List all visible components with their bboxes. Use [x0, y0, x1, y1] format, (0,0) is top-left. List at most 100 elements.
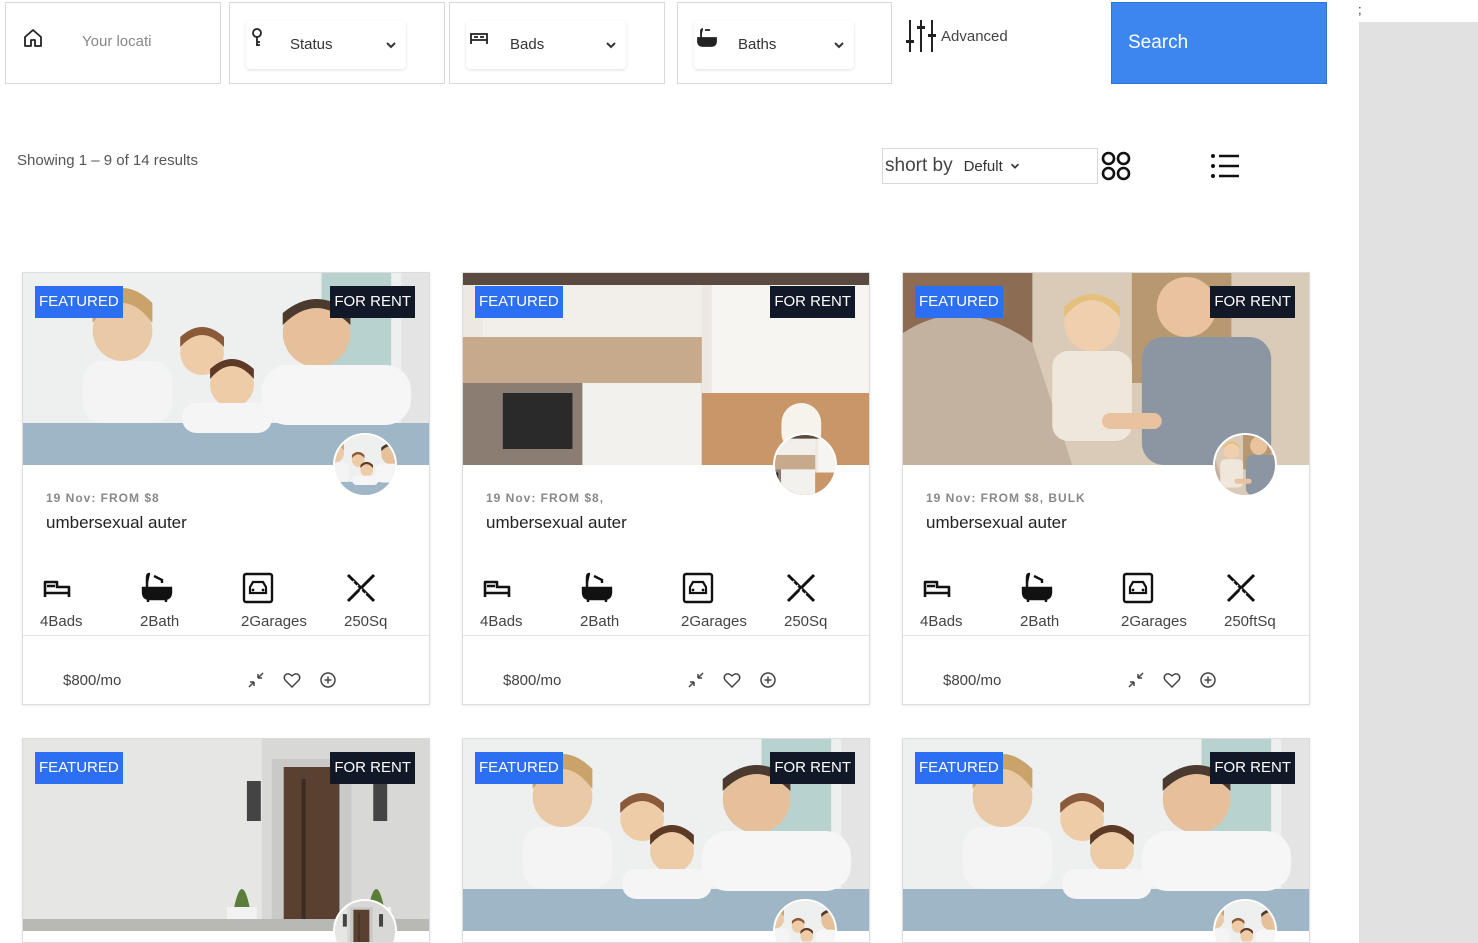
plus-circle-icon[interactable] [759, 671, 777, 689]
agent-avatar[interactable] [1213, 433, 1277, 497]
beds-feature: 4Bads [40, 571, 130, 630]
status-badge: FOR RENT [770, 286, 855, 318]
area-feature: 250Sq [784, 571, 869, 630]
property-title[interactable]: umbersexual auter [46, 513, 187, 533]
heart-icon[interactable] [723, 671, 741, 689]
property-card[interactable]: FEATURED FOR RENT [22, 738, 430, 943]
search-button[interactable]: Search [1111, 2, 1327, 84]
baths-feature: 2Bath [1020, 571, 1110, 630]
status-select[interactable]: Status [246, 21, 406, 69]
featured-badge: FEATURED [475, 286, 563, 318]
chevron-down-icon [832, 38, 846, 52]
price: $800/mo [503, 672, 562, 689]
results-count: Showing 1 – 9 of 14 results [17, 152, 198, 169]
ruler-pencil-icon [784, 571, 818, 605]
bathtub-icon [1020, 571, 1054, 605]
beds-count: 4Bads [480, 613, 523, 630]
featured-badge: FEATURED [35, 752, 123, 784]
property-card[interactable]: FEATURED FOR RENT 19 Nov: FROM $8, BULK … [902, 272, 1310, 705]
bathtub-icon [697, 28, 717, 47]
baths-filter: Baths [677, 2, 892, 84]
status-badge: FOR RENT [1210, 752, 1295, 784]
feature-row: 4Bads 2Bath 2Garages 250ftSq [903, 571, 1309, 635]
agent-avatar[interactable] [333, 433, 397, 497]
location-input[interactable] [82, 33, 152, 50]
property-card[interactable]: FEATURED FOR RENT 19 Nov: FROM $8, umber… [462, 272, 870, 705]
card-divider [23, 635, 429, 636]
bed-icon [480, 571, 514, 605]
chevron-down-icon [384, 38, 398, 52]
beds-feature: 4Bads [920, 571, 1010, 630]
beds-count: 4Bads [920, 613, 963, 630]
grid-view-icon[interactable] [1101, 151, 1131, 181]
home-icon [24, 29, 42, 47]
listing-meta: 19 Nov: FROM $8 [46, 491, 160, 505]
card-divider [463, 635, 869, 636]
baths-count: 2Bath [1020, 613, 1060, 630]
bathtub-icon [140, 571, 174, 605]
featured-badge: FEATURED [915, 286, 1003, 318]
price: $800/mo [943, 672, 1002, 689]
compare-icon[interactable] [247, 671, 265, 689]
sort-label: short by [885, 155, 953, 176]
garages-count: 2Garages [681, 613, 747, 630]
compare-icon[interactable] [687, 671, 705, 689]
feature-row: 4Bads 2Bath 2Garages 250Sq [23, 571, 429, 635]
compare-icon[interactable] [1127, 671, 1145, 689]
plus-circle-icon[interactable] [319, 671, 337, 689]
heart-icon[interactable] [283, 671, 301, 689]
bed-icon [470, 33, 488, 44]
area-feature: 250ftSq [1224, 571, 1309, 630]
featured-badge: FEATURED [35, 286, 123, 318]
garages-count: 2Garages [241, 613, 307, 630]
garage-icon [1121, 571, 1155, 605]
beds-select-label: Bads [510, 36, 545, 53]
ruler-pencil-icon [344, 571, 378, 605]
garage-icon [241, 571, 275, 605]
bathtub-icon [580, 571, 614, 605]
sort-select[interactable]: short by Defult [882, 148, 1098, 184]
advanced-filter-toggle[interactable]: Advanced [905, 18, 1008, 54]
status-badge: FOR RENT [770, 752, 855, 784]
listing-meta: 19 Nov: FROM $8, [486, 491, 605, 505]
beds-count: 4Bads [40, 613, 83, 630]
beds-select[interactable]: Bads [466, 21, 626, 69]
price: $800/mo [63, 672, 122, 689]
location-filter [5, 2, 221, 84]
sliders-icon [906, 20, 936, 52]
key-icon [252, 28, 262, 46]
status-badge: FOR RENT [330, 286, 415, 318]
status-filter: Status [229, 2, 445, 84]
status-badge: FOR RENT [330, 752, 415, 784]
property-card[interactable]: FEATURED FOR RENT 19 Nov: FROM $8 umbers… [22, 272, 430, 705]
property-title[interactable]: umbersexual auter [926, 513, 1067, 533]
baths-select[interactable]: Baths [694, 21, 854, 69]
card-divider [903, 635, 1309, 636]
right-gutter [1359, 22, 1478, 943]
plus-circle-icon[interactable] [1199, 671, 1217, 689]
baths-feature: 2Bath [140, 571, 230, 630]
status-badge: FOR RENT [1210, 286, 1295, 318]
agent-avatar[interactable] [773, 433, 837, 497]
beds-filter: Bads [449, 2, 665, 84]
sort-value: Defult [963, 157, 1003, 175]
advanced-label: Advanced [941, 27, 1008, 45]
property-card[interactable]: FEATURED FOR RENT [462, 738, 870, 943]
garages-feature: 2Garages [241, 571, 331, 630]
garage-icon [681, 571, 715, 605]
heart-icon[interactable] [1163, 671, 1181, 689]
status-select-label: Status [290, 36, 333, 53]
bed-icon [40, 571, 74, 605]
feature-row: 4Bads 2Bath 2Garages 250Sq [463, 571, 869, 635]
property-title[interactable]: umbersexual auter [486, 513, 627, 533]
list-view-icon[interactable] [1210, 152, 1240, 180]
area-feature: 250Sq [344, 571, 429, 630]
featured-badge: FEATURED [915, 752, 1003, 784]
baths-select-label: Baths [738, 36, 777, 53]
property-card[interactable]: FEATURED FOR RENT [902, 738, 1310, 943]
bed-icon [920, 571, 954, 605]
chevron-down-icon [1009, 160, 1021, 172]
chevron-down-icon [604, 38, 618, 52]
baths-count: 2Bath [140, 613, 180, 630]
listing-meta: 19 Nov: FROM $8, BULK [926, 491, 1086, 505]
